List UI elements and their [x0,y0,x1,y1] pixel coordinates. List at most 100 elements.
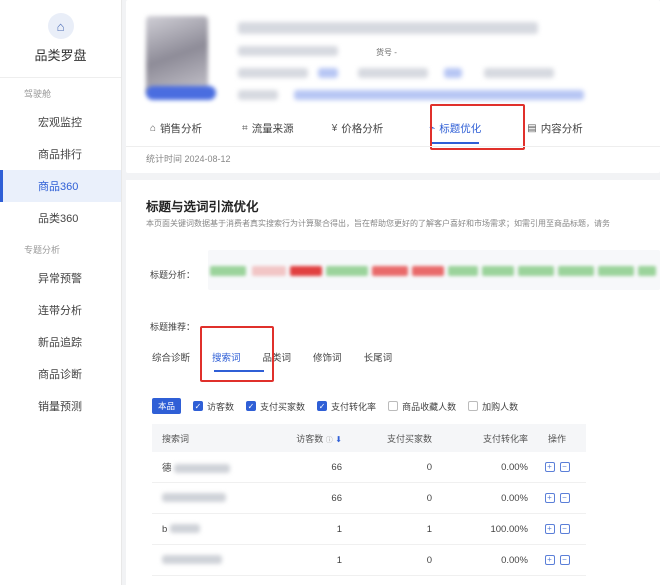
add-icon[interactable]: + [544,524,555,534]
buyers-cell: 0 [426,461,432,473]
store-icon: ⌂ [47,13,74,39]
add-icon[interactable]: + [544,555,555,565]
tab-traffic-source[interactable]: ⌗ 流量来源 [230,110,306,146]
help-icon: ⓘ [325,436,333,444]
filter-visitors[interactable]: ✓ 访客数 [193,400,234,413]
search-terms-table: 搜索词 访客数 ⓘ ⬇ 支付买家数 支付转化率 操作 德 66 0 0.00% … [152,424,586,576]
divider [126,146,660,147]
brand[interactable]: ⌂ 品类罗盘 [0,0,121,78]
subtab-active-indicator [214,370,264,372]
header-visitors[interactable]: 访客数 ⓘ ⬇ [272,432,342,445]
analysis-tabs: ⌂ 销售分析 ⌗ 流量来源 ¥ 价格分析 ⌁ 标题优化 ▤ 内容分析 [126,110,660,146]
checkbox-checked-icon: ✓ [193,401,204,411]
title-optimization-panel: 标题与选词引流优化 本页面关键词数据基于消费者真实搜索行为计算聚合得出，旨在帮助… [126,180,660,585]
title-segment [518,266,554,276]
subtab-longtail-terms[interactable]: 长尾词 [364,350,393,364]
conversion-cell: 0.00% [501,461,528,473]
sidebar-item-cross-sell[interactable]: 连带分析 [0,294,121,326]
filter-favorites[interactable]: 商品收藏人数 [388,400,456,413]
checkbox-checked-icon: ✓ [246,401,257,411]
stat-time: 统计时间 2024-08-12 [146,154,231,164]
sidebar-item-anomaly-alert[interactable]: 异常预警 [0,262,121,294]
product-badge [146,86,216,100]
visitors-cell: 1 [336,554,342,566]
minus-icon[interactable]: − [559,462,570,472]
title-segment [412,266,444,276]
keyword-cell [152,493,272,504]
highlight-box-title-optimization [430,104,525,150]
keyword-cell: 德 [152,460,272,474]
tab-label: 内容分析 [540,122,583,135]
title-segment [326,266,368,276]
product-meta-blurred [318,68,338,78]
yen-icon: ¥ [331,122,338,134]
tab-sales-analysis[interactable]: ⌂ 销售分析 [126,110,214,146]
add-icon[interactable]: + [544,462,555,472]
header-buyers: 支付买家数 [386,433,432,444]
visitors-cell: 1 [336,523,342,535]
sidebar-item-product-360[interactable]: 商品360 [0,170,121,202]
checkbox-empty-icon [388,401,399,411]
section-title: 标题与选词引流优化 [146,200,259,214]
sidebar-item-sales-forecast[interactable]: 销量预测 [0,390,121,422]
sidebar-item-new-product[interactable]: 新品追踪 [0,326,121,358]
filter-label: 访客数 [207,401,235,412]
actions-cell: + − [528,555,586,565]
keyword-cell: b [152,524,272,535]
product-meta-blurred [484,68,554,78]
tab-label: 销售分析 [160,122,203,135]
line-chart-icon: ⌗ [242,122,248,134]
highlight-box-search-terms [200,326,274,382]
sidebar-item-macro-monitor[interactable]: 宏观监控 [0,106,121,138]
table-header: 搜索词 访客数 ⓘ ⬇ 支付买家数 支付转化率 操作 [152,424,586,452]
header-conversion: 支付转化率 [482,433,528,444]
keyword-prefix: b [162,523,168,535]
minus-icon[interactable]: − [559,493,570,503]
title-segment [558,266,594,276]
main: 货号 - ⌂ 销售分析 ⌗ 流量来源 ¥ 价格分析 ⌁ 标题优化 ▤ 内容分析 … [122,0,660,585]
filter-label: 加购人数 [482,401,519,412]
sidebar-item-product-ranking[interactable]: 商品排行 [0,138,121,170]
sidebar-item-category-360[interactable]: 品类360 [0,202,121,234]
subtab-overall[interactable]: 综合诊断 [152,350,190,364]
title-segment [252,266,286,276]
sidebar-item-diagnosis[interactable]: 商品诊断 [0,358,121,390]
minus-icon[interactable]: − [559,555,570,565]
tab-price-analysis[interactable]: ¥ 价格分析 [320,110,396,146]
add-icon[interactable]: + [544,493,555,503]
product-meta-blurred [238,68,308,78]
product-thumbnail [146,16,208,94]
conversion-cell: 100.00% [490,523,528,535]
buyers-cell: 1 [426,523,432,535]
product-id-label: 货号 - [376,48,397,57]
product-meta-blurred [358,68,428,78]
keyword-cell [152,555,272,566]
filter-label: 支付买家数 [260,401,306,412]
keyword-blurred [169,524,200,534]
header-label: 访客数 [296,433,324,444]
title-segment [482,266,514,276]
this-product-chip[interactable]: 本品 [152,398,182,414]
filter-label: 商品收藏人数 [402,401,457,412]
filter-conversion-rate[interactable]: ✓ 支付转化率 [317,400,376,413]
tab-label: 流量来源 [251,122,294,135]
product-meta-blurred [444,68,462,78]
conversion-cell: 0.00% [501,492,528,504]
table-row: 德 66 0 0.00% + − [152,452,586,483]
title-segment [372,266,408,276]
title-segment [598,266,634,276]
keyword-prefix: 德 [162,463,172,474]
header-keyword: 搜索词 [162,433,190,444]
filter-paying-buyers[interactable]: ✓ 支付买家数 [246,400,305,413]
product-meta-blurred [238,46,338,56]
subtab-modifier-terms[interactable]: 修饰词 [313,350,342,364]
filter-label: 支付转化率 [331,401,377,412]
tab-content-analysis[interactable]: ▤ 内容分析 [515,110,594,146]
section-description: 本页面关键词数据基于消费者真实搜索行为计算聚合得出，旨在帮助您更好的了解客户喜好… [146,219,610,228]
product-card: 货号 - ⌂ 销售分析 ⌗ 流量来源 ¥ 价格分析 ⌁ 标题优化 ▤ 内容分析 … [126,0,660,173]
filter-add-to-cart[interactable]: 加购人数 [468,400,518,413]
actions-cell: + − [528,462,586,472]
bag-icon: ⌂ [150,122,157,134]
buyers-cell: 0 [426,492,432,504]
minus-icon[interactable]: − [559,524,570,534]
